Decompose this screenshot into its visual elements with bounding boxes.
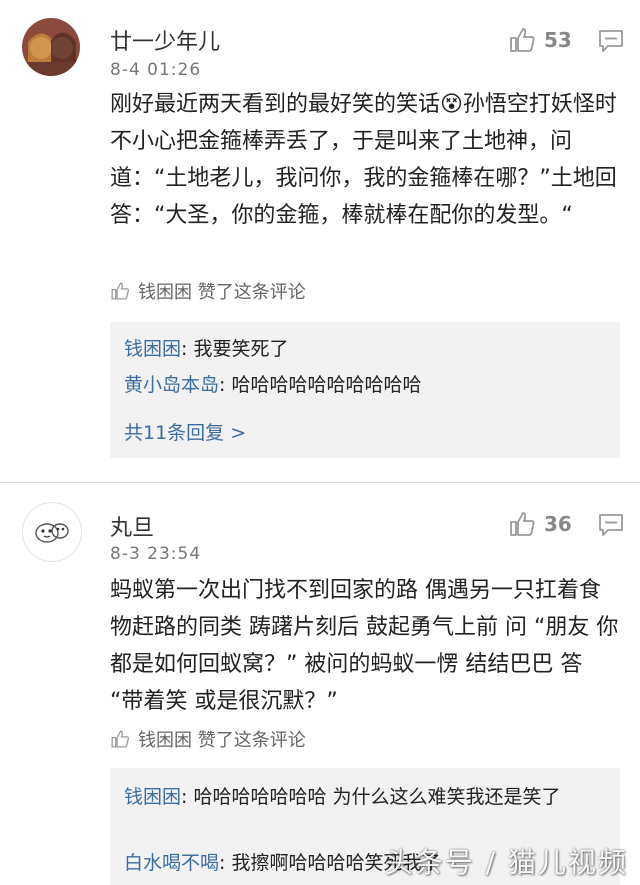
thumbs-up-icon [111,282,129,300]
like-button[interactable]: 53 [508,26,572,54]
reply-text: 哈哈哈哈哈哈哈哈哈哈 [231,374,422,396]
comment-card: 廿一少年儿 8-4 01:26 53 刚好最近两天看到的最好笑的笑话😵孙悟空打妖… [0,0,640,480]
reply-colon: : [219,852,232,874]
reply-colon: : [219,374,232,396]
reply-item[interactable]: 黄小岛本岛: 哈哈哈哈哈哈哈哈哈哈 [124,370,610,400]
watermark: 头条号 / 猫儿视频 [384,846,628,879]
reply-username[interactable]: 黄小岛本岛 [124,374,219,396]
avatar[interactable] [22,502,82,562]
like-button[interactable]: 36 [508,510,572,538]
reply-colon: : [181,338,194,360]
comment-card: 丸旦 8-3 23:54 36 蚂蚁第一次出门找不到回家的路 偶遇另一只扛着食物… [0,484,640,885]
reply-username[interactable]: 钱困困 [124,786,181,808]
liked-by-text: 钱困困 赞了这条评论 [138,282,306,303]
avatar-image [35,523,69,543]
thumbs-up-icon [510,28,535,52]
reply-box: 钱困困: 我要笑死了 黄小岛本岛: 哈哈哈哈哈哈哈哈哈哈 共11条回复 > [110,322,620,458]
thumbs-up-icon [111,730,129,748]
avatar-image [22,18,80,76]
comment-timestamp: 8-4 01:26 [110,60,202,80]
reply-text: 我要笑死了 [193,338,289,360]
divider [0,482,640,483]
reply-text: 哈哈哈哈哈哈哈 为什么这么难笑我还是笑了 [193,786,561,808]
comment-username[interactable]: 廿一少年儿 [110,24,220,56]
like-count: 36 [544,512,572,536]
reply-colon: : [181,786,194,808]
comment-body: 蚂蚁第一次出门找不到回家的路 偶遇另一只扛着食物赶路的同类 踌躇片刻后 鼓起勇气… [110,578,619,714]
comment-body: 刚好最近两天看到的最好笑的笑话😵孙悟空打妖怪时不小心把金箍棒弄丢了，于是叫来了土… [110,92,617,228]
reply-item[interactable]: 钱困困: 我要笑死了 [124,334,610,364]
liked-by-line: 钱困困 赞了这条评论 [110,726,306,752]
like-count: 53 [544,28,572,52]
comment-bubble-icon [599,514,623,536]
thumbs-up-icon [510,512,535,536]
reply-item[interactable]: 钱困困: 哈哈哈哈哈哈哈 为什么这么难笑我还是笑了 [124,782,610,812]
view-all-replies-link[interactable]: 共11条回复 > [124,418,246,445]
comment-bubble-icon [599,30,623,52]
reply-button[interactable] [598,29,624,57]
liked-by-line: 钱困困 赞了这条评论 [110,278,306,304]
reply-button[interactable] [598,513,624,541]
comment-username[interactable]: 丸旦 [110,510,154,542]
comment-timestamp: 8-3 23:54 [110,544,202,564]
liked-by-text: 钱困困 赞了这条评论 [138,730,306,751]
reply-username[interactable]: 钱困困 [124,338,181,360]
avatar[interactable] [22,18,80,76]
reply-username[interactable]: 白水喝不喝 [124,852,219,874]
